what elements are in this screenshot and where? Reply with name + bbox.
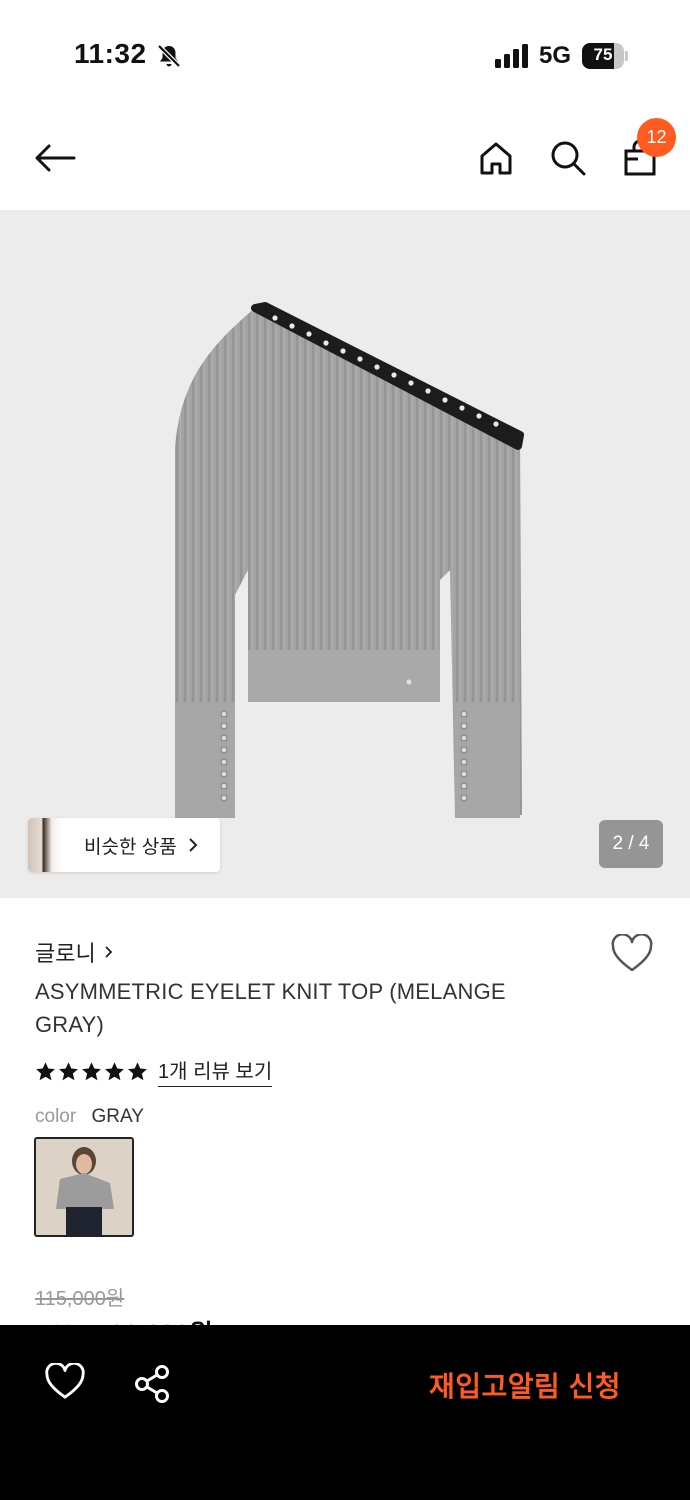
star-icon	[82, 1061, 101, 1080]
cart-count-badge: 12	[637, 118, 676, 157]
battery-level: 75	[593, 45, 613, 64]
back-button[interactable]	[33, 136, 77, 180]
bottom-action-bar: 재입고알림 신청	[0, 1325, 690, 1500]
status-bar: 11:32 5G 75	[0, 0, 690, 112]
star-icon	[128, 1061, 147, 1080]
search-icon	[551, 141, 586, 176]
color-row: color GRAY	[35, 1106, 144, 1128]
similar-products-label: 비슷한 상품	[84, 836, 177, 858]
home-button[interactable]	[474, 136, 518, 180]
star-icon	[36, 1061, 55, 1080]
star-icon	[59, 1061, 78, 1080]
similar-product-thumbnail	[28, 818, 62, 872]
review-link[interactable]: 1개 리뷰 보기	[158, 1055, 273, 1087]
star-icon	[105, 1061, 124, 1080]
color-option-gray[interactable]	[34, 1137, 134, 1237]
product-title: ASYMMETRIC EYELET KNIT TOP (MELANGE GRAY…	[35, 979, 506, 1037]
restock-alert-button[interactable]: 재입고알림 신청	[405, 1361, 645, 1409]
heart-icon	[45, 1361, 85, 1399]
top-nav	[0, 112, 690, 210]
original-price: 115,000원	[35, 1288, 125, 1310]
brand-name: 글로니	[35, 941, 96, 966]
chevron-right-icon	[188, 838, 198, 852]
bottom-wishlist-button[interactable]	[44, 1361, 88, 1405]
chevron-right-icon	[105, 946, 113, 958]
bell-off-icon	[157, 44, 181, 68]
share-icon	[135, 1365, 169, 1403]
status-time: 11:32	[74, 38, 147, 69]
network-label: 5G	[539, 42, 572, 69]
rating-stars	[35, 1061, 150, 1082]
wishlist-button[interactable]	[610, 933, 654, 974]
rating-row: 1개 리뷰 보기	[35, 1055, 273, 1087]
image-page-indicator: 2 / 4	[599, 820, 663, 868]
heart-outline-icon	[611, 933, 653, 972]
color-option-thumbnail	[36, 1139, 132, 1235]
product-image-gallery[interactable]: 비슷한 상품 2 / 4	[0, 210, 690, 898]
share-button[interactable]	[132, 1363, 176, 1407]
color-value: GRAY	[91, 1106, 144, 1127]
battery-icon: 75	[582, 43, 628, 69]
search-button[interactable]	[546, 136, 590, 180]
home-icon	[480, 142, 512, 175]
product-photo	[175, 302, 524, 818]
brand-link[interactable]: 글로니	[35, 936, 114, 968]
back-arrow-icon	[35, 144, 76, 172]
signal-icon	[495, 44, 528, 68]
color-caption: color	[35, 1106, 77, 1127]
similar-products-button[interactable]: 비슷한 상품	[28, 818, 220, 872]
